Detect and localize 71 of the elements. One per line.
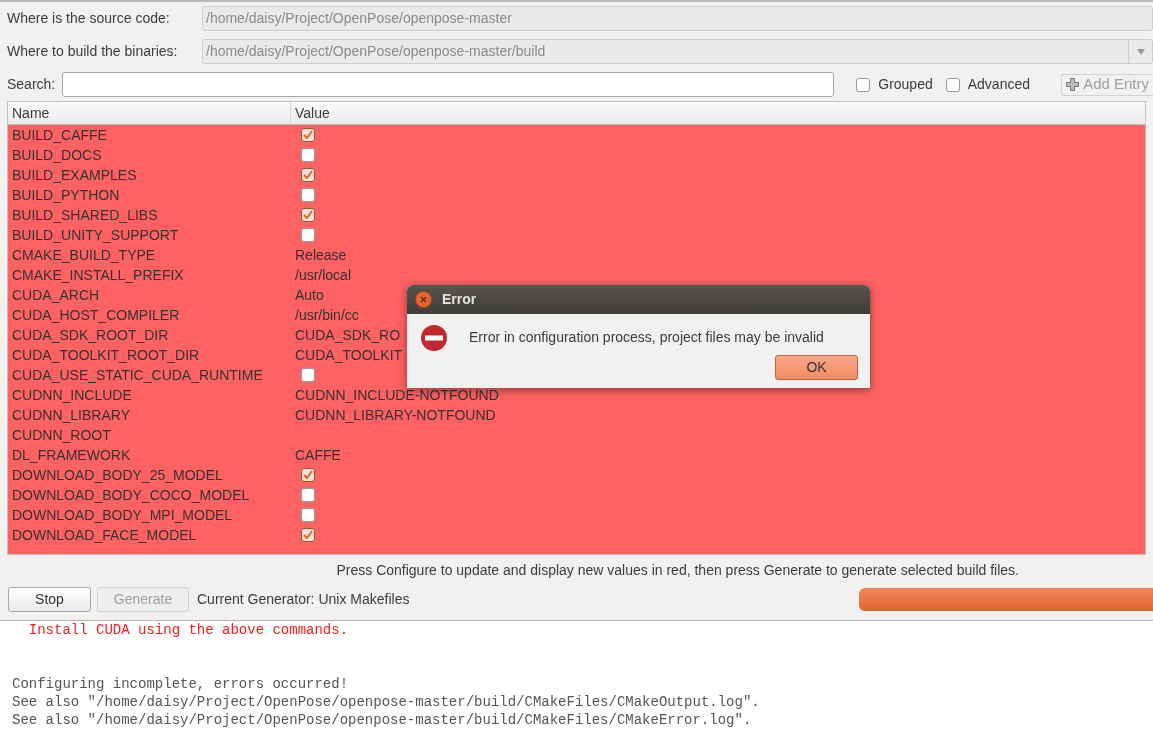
table-cell-text: Auto (294, 285, 325, 305)
checkbox[interactable] (301, 128, 315, 142)
field-label: Where is the source code: (7, 9, 171, 28)
ok-button[interactable]: OK (775, 355, 858, 380)
table-cell-text: CMAKE_BUILD_TYPE (11, 245, 157, 265)
plus-icon (1066, 78, 1080, 91)
checkbox[interactable] (301, 168, 315, 182)
table-cell-text: DOWNLOAD_BODY_MPI_MODEL (11, 505, 234, 525)
table-cell-text: BUILD_CAFFE (11, 125, 108, 145)
table-cell-text: Release (294, 245, 348, 265)
log-line: See also "/home/daisy/Project/OpenPose/openpose-master/build/CMakeFiles/CMakeOutput.log". (12, 693, 761, 711)
column-header[interactable]: Value (291, 102, 1145, 124)
search-field[interactable] (62, 72, 835, 97)
table-cell-text: BUILD_SHARED_LIBS (11, 205, 159, 225)
option-label: Grouped (878, 75, 933, 94)
checkmark-icon (303, 130, 313, 140)
checkbox[interactable] (301, 528, 315, 542)
checkbox[interactable] (301, 488, 315, 502)
table-cell-text: BUILD_EXAMPLES (11, 165, 138, 185)
table-cell-text: BUILD_DOCS (11, 145, 103, 165)
table-cell-text: DOWNLOAD_FACE_MODEL (11, 525, 198, 545)
table-cell-text: CUDA_USE_STATIC_CUDA_RUNTIME (11, 365, 264, 385)
hint-text: Press Configure to update and display new values in red, then press Generate to generate selected build files. (336, 560, 1019, 580)
dialog-title: Error (442, 290, 477, 309)
table-cell-text: CUDNN_ROOT (11, 425, 112, 445)
checkmark-icon (303, 170, 313, 180)
table-cell-text: CUDA_HOST_COMPILER (11, 305, 181, 325)
checkbox[interactable] (301, 228, 315, 242)
close-icon (420, 296, 427, 303)
table-cell-text: BUILD_UNITY_SUPPORT (11, 225, 180, 245)
close-button[interactable] (415, 291, 432, 308)
table-cell-text: DL_FRAMEWORK (11, 445, 132, 465)
table-cell-text: CUDNN_LIBRARY (11, 405, 131, 425)
table-cell-text: CUDA_SDK_ROOT_DIR (11, 325, 170, 345)
checkbox[interactable] (301, 468, 315, 482)
checkmark-icon (303, 210, 313, 220)
table-cell-text: CUDA_TOOLKIT (294, 345, 404, 365)
option-label: Advanced (967, 75, 1030, 94)
log-line: Configuring incomplete, errors occurred! (12, 675, 350, 693)
table-cell-text: DOWNLOAD_BODY_COCO_MODEL (11, 485, 251, 505)
log-line: See also "/home/daisy/Project/OpenPose/openpose-master/build/CMakeFiles/CMakeError.log". (12, 711, 753, 729)
field-label: Where to build the binaries: (7, 42, 179, 61)
table-cell-text: CMAKE_INSTALL_PREFIX (11, 265, 185, 285)
checkbox[interactable] (301, 368, 315, 382)
table-cell-text: /usr/local (294, 265, 353, 285)
dialog-message: Error in configuration process, project files may be invalid (469, 328, 824, 347)
dropdown-arrow-icon (1136, 48, 1145, 55)
checkbox[interactable] (301, 188, 315, 202)
table-cell-text: /usr/bin/cc (294, 305, 360, 325)
checkbox[interactable] (856, 77, 871, 92)
table-cell-text: CUDA_TOOLKIT_ROOT_DIR (11, 345, 201, 365)
table-cell-text: DOWNLOAD_BODY_25_MODEL (11, 465, 224, 485)
error-icon (420, 324, 448, 352)
table-cell-text: BUILD_PYTHON (11, 185, 121, 205)
stop-button[interactable]: Stop (8, 586, 91, 612)
search-label: Search: (7, 75, 56, 94)
table-cell-text: CUDA_SDK_RO (294, 325, 402, 345)
checkbox[interactable] (301, 148, 315, 162)
table-cell-text: CUDNN_INCLUDE (11, 385, 133, 405)
checkmark-icon (303, 470, 313, 480)
table-cell-text: CUDNN_LIBRARY-NOTFOUND (294, 405, 497, 425)
column-header[interactable]: Name (8, 102, 291, 124)
checkbox[interactable] (301, 208, 315, 222)
table-cell-text: CUDA_ARCH (11, 285, 101, 305)
checkbox[interactable] (301, 508, 315, 522)
checkbox[interactable] (945, 77, 960, 92)
table-cell-text: CAFFE (294, 445, 342, 465)
checkmark-icon (303, 530, 313, 540)
generator-text: Current Generator: Unix Makefiles (197, 589, 410, 609)
log-line: Install CUDA using the above commands. (27, 621, 350, 639)
table-cell-text: CUDNN_INCLUDE-NOTFOUND (294, 385, 500, 405)
